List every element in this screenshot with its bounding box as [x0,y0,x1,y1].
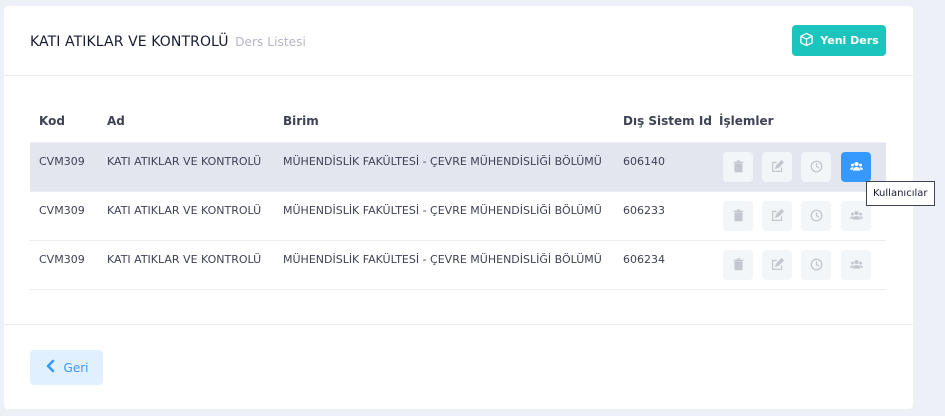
table-row: CVM309 KATI ATIKLAR VE KONTROLÜ MÜHENDİS… [30,191,886,240]
delete-button[interactable] [723,152,753,182]
history-button[interactable] [801,201,831,231]
table-bottom-border [30,289,886,290]
box-icon [799,32,814,50]
history-button[interactable] [801,152,831,182]
history-button[interactable] [801,250,831,280]
page-title: KATI ATIKLAR VE KONTROLÜ Ders Listesi [30,34,306,50]
cell-ad: KATI ATIKLAR VE KONTROLÜ [107,253,262,266]
new-course-label: Yeni Ders [820,34,879,47]
delete-button[interactable] [723,250,753,280]
column-header-islemler: İşlemler [719,114,774,128]
edit-icon [771,158,784,177]
column-header-dis-sistem-id: Dış Sistem Id [623,114,712,128]
users-icon [849,256,863,275]
cell-dis-sistem-id: 606233 [623,204,665,217]
table-row: CVM309 KATI ATIKLAR VE KONTROLÜ MÜHENDİS… [30,240,886,289]
cell-kod: CVM309 [39,253,85,266]
new-course-button[interactable]: Yeni Ders [792,25,886,56]
delete-button[interactable] [723,201,753,231]
column-header-ad: Ad [107,114,125,128]
cell-kod: CVM309 [39,204,85,217]
users-icon [849,158,863,177]
clock-icon [810,207,823,226]
table-row: CVM309 KATI ATIKLAR VE KONTROLÜ MÜHENDİS… [30,142,886,191]
users-tooltip: Kullanıcılar [866,181,935,206]
cell-dis-sistem-id: 606140 [623,155,665,168]
cell-ad: KATI ATIKLAR VE KONTROLÜ [107,155,262,168]
trash-icon [732,207,745,226]
clock-icon [810,158,823,177]
trash-icon [732,158,745,177]
edit-button[interactable] [762,250,792,280]
cell-dis-sistem-id: 606234 [623,253,665,266]
edit-icon [771,256,784,275]
users-icon [849,207,863,226]
edit-button[interactable] [762,201,792,231]
clock-icon [810,256,823,275]
trash-icon [732,256,745,275]
page-subtitle: Ders Listesi [235,35,306,49]
cell-birim: MÜHENDİSLİK FAKÜLTESİ - ÇEVRE MÜHENDİSLİ… [283,204,602,217]
edit-button[interactable] [762,152,792,182]
back-button[interactable]: Geri [30,350,103,385]
back-label: Geri [63,360,89,375]
edit-icon [771,207,784,226]
card-header: KATI ATIKLAR VE KONTROLÜ Ders Listesi Ye… [4,6,913,76]
card-footer-divider [4,324,913,325]
course-title: KATI ATIKLAR VE KONTROLÜ [30,34,229,50]
cell-ad: KATI ATIKLAR VE KONTROLÜ [107,204,262,217]
chevron-left-icon [45,359,56,376]
users-button[interactable] [841,250,871,280]
cell-birim: MÜHENDİSLİK FAKÜLTESİ - ÇEVRE MÜHENDİSLİ… [283,253,602,266]
course-list-card: KATI ATIKLAR VE KONTROLÜ Ders Listesi Ye… [4,6,913,409]
column-header-kod: Kod [39,114,65,128]
column-header-birim: Birim [283,114,319,128]
users-button[interactable] [841,152,871,182]
cell-birim: MÜHENDİSLİK FAKÜLTESİ - ÇEVRE MÜHENDİSLİ… [283,155,602,168]
cell-kod: CVM309 [39,155,85,168]
